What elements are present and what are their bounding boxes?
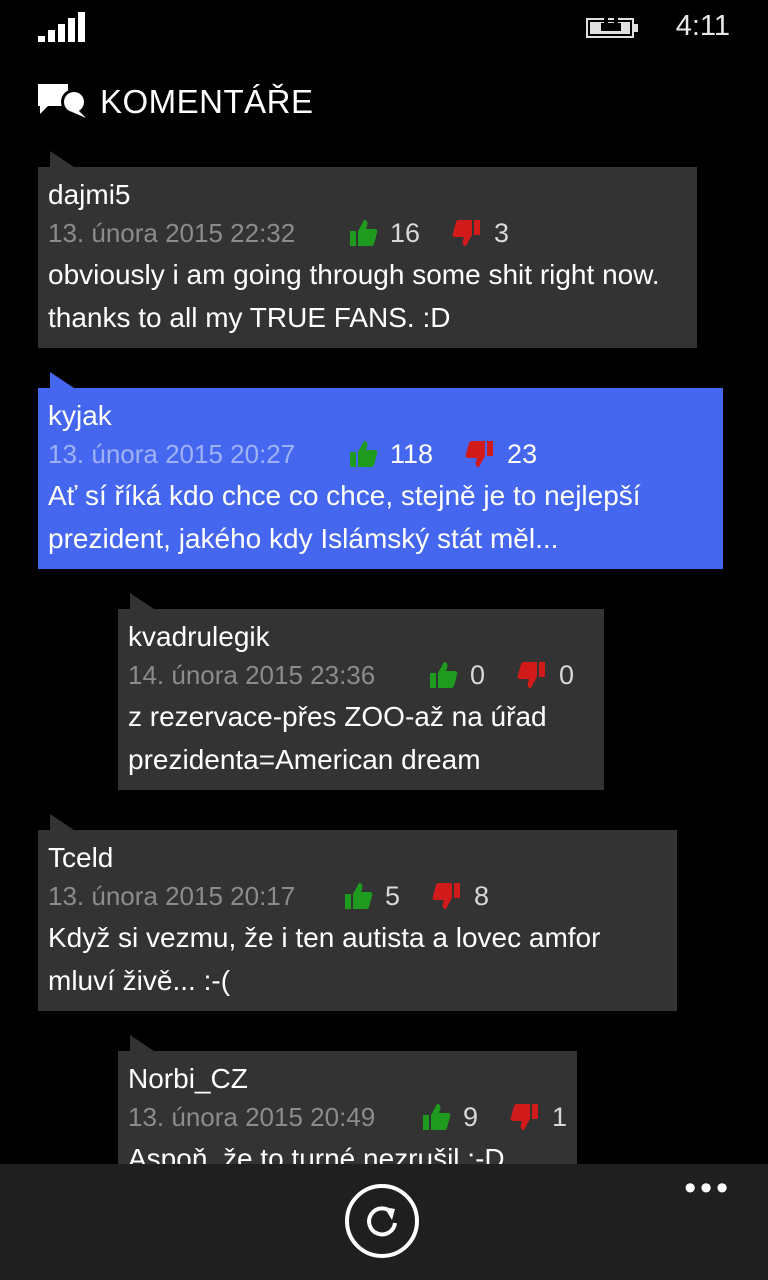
thumbs-up-icon — [350, 220, 378, 246]
page-header: KOMENTÁŘE — [38, 80, 314, 124]
dislike-count: 3 — [494, 218, 510, 248]
comment-author[interactable]: Tceld — [48, 840, 667, 876]
speech-tail — [130, 593, 154, 609]
comment-item[interactable]: Tceld 13. února 2015 20:17 5 8 Když si v… — [38, 814, 677, 1011]
refresh-icon — [367, 1206, 397, 1237]
comment-meta: 13. února 2015 20:49 9 1 — [128, 1097, 567, 1137]
dislike-count: 23 — [507, 439, 538, 469]
clock: 4:11 — [675, 10, 730, 42]
speech-tail — [50, 372, 74, 388]
thumbs-up-icon — [350, 441, 378, 467]
comment-meta: 14. února 2015 23:36 0 0 — [128, 655, 594, 695]
thumbs-up-icon — [422, 1104, 451, 1130]
more-button[interactable]: ••• — [684, 1171, 732, 1205]
dislike-button[interactable]: 1 — [510, 1097, 567, 1137]
like-button[interactable]: 5 — [343, 876, 400, 916]
dislike-count: 0 — [559, 660, 575, 690]
dislike-button[interactable]: 0 — [517, 655, 574, 695]
thumbs-down-icon — [510, 1104, 538, 1130]
comment-meta: 13. února 2015 22:32 16 3 — [48, 213, 687, 253]
like-count: 0 — [470, 660, 486, 690]
comments-icon — [38, 84, 87, 118]
comment-date: 13. února 2015 20:27 — [48, 439, 296, 469]
comment-text: Když si vezmu, že i ten autista a lovec … — [48, 922, 601, 996]
comment-text: Ať sí říká kdo chce co chce, stejně je t… — [48, 480, 641, 554]
like-count: 16 — [390, 218, 421, 248]
like-button[interactable]: 118 — [348, 434, 433, 474]
thumbs-down-icon — [432, 883, 461, 909]
comment-author[interactable]: Norbi_CZ — [128, 1061, 567, 1097]
page-title: KOMENTÁŘE — [100, 83, 314, 120]
signal-strength-icon — [38, 12, 86, 42]
like-button[interactable]: 16 — [348, 213, 420, 253]
comment-meta: 13. února 2015 20:17 5 8 — [48, 876, 667, 916]
dislike-button[interactable]: 3 — [452, 213, 509, 253]
status-bar: 4:11 — [0, 0, 768, 56]
thumbs-up-icon — [430, 662, 458, 688]
like-button[interactable]: 0 — [428, 655, 485, 695]
comment-author[interactable]: kyjak — [48, 398, 713, 434]
comment-author[interactable]: kvadrulegik — [128, 619, 594, 655]
reply-item[interactable]: kvadrulegik 14. února 2015 23:36 0 0 z r… — [118, 593, 604, 790]
speech-tail — [50, 151, 74, 167]
thumbs-up-icon — [345, 883, 373, 909]
dislike-count: 1 — [551, 1102, 567, 1132]
app-bar: ••• — [0, 1164, 768, 1280]
thumbs-down-icon — [517, 662, 546, 688]
dislike-count: 8 — [474, 881, 490, 911]
comment-text: obviously i am going through some shit r… — [48, 259, 660, 333]
thumbs-down-icon — [452, 220, 481, 246]
speech-tail — [130, 1035, 154, 1051]
comment-author[interactable]: dajmi5 — [48, 177, 687, 213]
comment-date: 13. února 2015 22:32 — [48, 218, 296, 248]
comment-item-highlighted[interactable]: kyjak 13. února 2015 20:27 118 23 Ať sí … — [38, 372, 723, 569]
dislike-button[interactable]: 8 — [432, 876, 489, 916]
dislike-button[interactable]: 23 — [465, 434, 537, 474]
refresh-button[interactable] — [345, 1184, 419, 1258]
comment-text: z rezervace-přes ZOO-až na úřad preziden… — [128, 701, 547, 775]
comment-meta: 13. února 2015 20:27 118 23 — [48, 434, 713, 474]
comment-date: 13. února 2015 20:49 — [128, 1102, 376, 1132]
like-count: 118 — [390, 439, 434, 469]
like-count: 9 — [462, 1102, 478, 1132]
comment-date: 13. února 2015 20:17 — [48, 881, 296, 911]
like-count: 5 — [385, 881, 401, 911]
like-button[interactable]: 9 — [421, 1097, 478, 1137]
thumbs-down-icon — [465, 441, 494, 467]
speech-tail — [50, 814, 74, 830]
comment-date: 14. února 2015 23:36 — [128, 660, 376, 690]
comment-item[interactable]: dajmi5 13. února 2015 22:32 16 3 obvious… — [38, 151, 697, 348]
battery-charging-icon — [586, 15, 638, 38]
